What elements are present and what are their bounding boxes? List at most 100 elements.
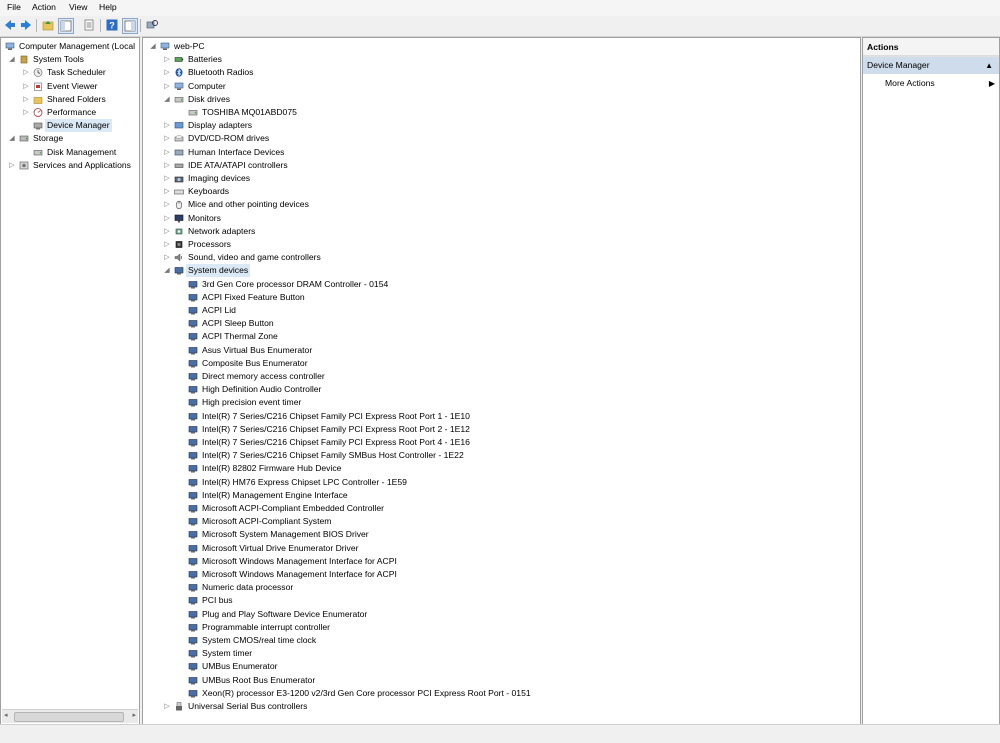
expand-arrow-icon[interactable]: ▷ xyxy=(163,159,171,172)
tree-item-high-precision-event-timer[interactable]: High precision event timer xyxy=(143,396,860,409)
tree-item-microsoft-acpi-compliant-system[interactable]: Microsoft ACPI-Compliant System xyxy=(143,515,860,528)
tree-item-numeric-data-processor[interactable]: Numeric data processor xyxy=(143,581,860,594)
expand-arrow-icon[interactable]: ▷ xyxy=(163,198,171,211)
tree-item-system-timer[interactable]: System timer xyxy=(143,647,860,660)
expand-arrow-icon[interactable]: ▷ xyxy=(22,80,30,93)
tree-item-system-cmos-real-time-clock[interactable]: System CMOS/real time clock xyxy=(143,634,860,647)
tree-item-monitors[interactable]: ▷ Monitors xyxy=(143,212,860,225)
scrollbar-thumb[interactable] xyxy=(14,712,124,722)
menu-view[interactable]: View xyxy=(69,2,87,12)
tree-item-mice-and-other-pointing-devices[interactable]: ▷ Mice and other pointing devices xyxy=(143,198,860,211)
expand-arrow-icon[interactable]: ▷ xyxy=(163,66,171,79)
tree-item-microsoft-virtual-drive-enumerator-drive[interactable]: Microsoft Virtual Drive Enumerator Drive… xyxy=(143,542,860,555)
console-tree-icon[interactable] xyxy=(58,18,74,34)
expand-arrow-icon[interactable]: ▷ xyxy=(163,251,171,264)
expand-arrow-icon[interactable]: ▷ xyxy=(8,159,16,172)
tree-item-composite-bus-enumerator[interactable]: Composite Bus Enumerator xyxy=(143,357,860,370)
collapse-up-icon[interactable]: ▲ xyxy=(985,57,993,74)
tree-item-intel-r-7-series-c216-chipset-family-smb[interactable]: Intel(R) 7 Series/C216 Chipset Family SM… xyxy=(143,449,860,462)
tree-item-intel-r-82802-firmware-hub-device[interactable]: Intel(R) 82802 Firmware Hub Device xyxy=(143,462,860,475)
menu-file[interactable]: File xyxy=(7,2,21,12)
tree-item-performance[interactable]: ▷ Performance xyxy=(1,106,139,119)
tree-item-disk-drives[interactable]: ◢ Disk drives xyxy=(143,93,860,106)
tree-item-computer-management-local[interactable]: Computer Management (Local xyxy=(1,40,139,53)
tree-item-microsoft-windows-management-interface-f[interactable]: Microsoft Windows Management Interface f… xyxy=(143,555,860,568)
tree-item-task-scheduler[interactable]: ▷ Task Scheduler xyxy=(1,66,139,79)
tree-item-acpi-lid[interactable]: ACPI Lid xyxy=(143,304,860,317)
tree-item-plug-and-play-software-device-enumerator[interactable]: Plug and Play Software Device Enumerator xyxy=(143,608,860,621)
help-icon[interactable]: ? xyxy=(105,18,119,32)
tree-item-web-pc[interactable]: ◢ web-PC xyxy=(143,40,860,53)
scroll-left-icon[interactable]: ◂ xyxy=(4,711,8,719)
expand-arrow-icon[interactable]: ▷ xyxy=(163,53,171,66)
tree-item-keyboards[interactable]: ▷ Keyboards xyxy=(143,185,860,198)
up-folder-icon[interactable] xyxy=(41,18,55,32)
tree-item-ide-ata-atapi-controllers[interactable]: ▷ IDE ATA/ATAPI controllers xyxy=(143,159,860,172)
tree-item-toshiba-mq01abd075[interactable]: TOSHIBA MQ01ABD075 xyxy=(143,106,860,119)
tree-item-microsoft-windows-management-interface-f[interactable]: Microsoft Windows Management Interface f… xyxy=(143,568,860,581)
menu-action[interactable]: Action xyxy=(32,2,56,12)
tree-item-umbus-enumerator[interactable]: UMBus Enumerator xyxy=(143,660,860,673)
tree-item-direct-memory-access-controller[interactable]: Direct memory access controller xyxy=(143,370,860,383)
tree-item-dvd-cd-rom-drives[interactable]: ▷ DVD/CD-ROM drives xyxy=(143,132,860,145)
tree-item-pci-bus[interactable]: PCI bus xyxy=(143,594,860,607)
tree-item-microsoft-system-management-bios-driver[interactable]: Microsoft System Management BIOS Driver xyxy=(143,528,860,541)
tree-item-intel-r-7-series-c216-chipset-family-pci[interactable]: Intel(R) 7 Series/C216 Chipset Family PC… xyxy=(143,410,860,423)
horizontal-scrollbar[interactable]: ◂ ▸ xyxy=(2,709,138,723)
tree-item-xeon-r-processor-e3-1200-v2-3rd-gen-core[interactable]: Xeon(R) processor E3-1200 v2/3rd Gen Cor… xyxy=(143,687,860,700)
expand-arrow-icon[interactable]: ▷ xyxy=(22,106,30,119)
tree-item-shared-folders[interactable]: ▷ Shared Folders xyxy=(1,93,139,106)
tree-item-disk-management[interactable]: Disk Management xyxy=(1,146,139,159)
tree-item-acpi-sleep-button[interactable]: ACPI Sleep Button xyxy=(143,317,860,330)
tree-item-microsoft-acpi-compliant-embedded-contro[interactable]: Microsoft ACPI-Compliant Embedded Contro… xyxy=(143,502,860,515)
tree-item-storage[interactable]: ◢ Storage xyxy=(1,132,139,145)
expand-arrow-icon[interactable]: ▷ xyxy=(163,80,171,93)
scan-hardware-icon[interactable] xyxy=(145,18,159,32)
expand-arrow-icon[interactable]: ▷ xyxy=(22,66,30,79)
tree-item-services-and-applications[interactable]: ▷ Services and Applications xyxy=(1,159,139,172)
action-pane-icon[interactable] xyxy=(122,18,138,34)
expand-arrow-icon[interactable]: ▷ xyxy=(163,132,171,145)
expand-arrow-icon[interactable]: ▷ xyxy=(163,185,171,198)
tree-item-human-interface-devices[interactable]: ▷ Human Interface Devices xyxy=(143,146,860,159)
collapse-arrow-icon[interactable]: ◢ xyxy=(149,40,157,53)
tree-item-programmable-interrupt-controller[interactable]: Programmable interrupt controller xyxy=(143,621,860,634)
expand-arrow-icon[interactable]: ▷ xyxy=(163,172,171,185)
tree-item-event-viewer[interactable]: ▷ Event Viewer xyxy=(1,80,139,93)
tree-item-intel-r-7-series-c216-chipset-family-pci[interactable]: Intel(R) 7 Series/C216 Chipset Family PC… xyxy=(143,436,860,449)
collapse-arrow-icon[interactable]: ◢ xyxy=(8,132,16,145)
tree-item-network-adapters[interactable]: ▷ Network adapters xyxy=(143,225,860,238)
properties-icon[interactable] xyxy=(82,18,96,32)
tree-item-acpi-fixed-feature-button[interactable]: ACPI Fixed Feature Button xyxy=(143,291,860,304)
tree-item-high-definition-audio-controller[interactable]: High Definition Audio Controller xyxy=(143,383,860,396)
expand-arrow-icon[interactable]: ▷ xyxy=(163,146,171,159)
tree-item-system-tools[interactable]: ◢ System Tools xyxy=(1,53,139,66)
menu-help[interactable]: Help xyxy=(99,2,117,12)
tree-item-intel-r-management-engine-interface[interactable]: Intel(R) Management Engine Interface xyxy=(143,489,860,502)
tree-item-bluetooth-radios[interactable]: ▷ Bluetooth Radios xyxy=(143,66,860,79)
tree-item-processors[interactable]: ▷ Processors xyxy=(143,238,860,251)
tree-item-universal-serial-bus-controllers[interactable]: ▷ Universal Serial Bus controllers xyxy=(143,700,860,713)
tree-item-device-manager[interactable]: Device Manager xyxy=(1,119,139,133)
tree-item-umbus-root-bus-enumerator[interactable]: UMBus Root Bus Enumerator xyxy=(143,674,860,687)
expand-arrow-icon[interactable]: ▷ xyxy=(163,238,171,251)
back-icon[interactable] xyxy=(3,18,17,32)
tree-item-3rd-gen-core-processor-dram-controller-0[interactable]: 3rd Gen Core processor DRAM Controller -… xyxy=(143,278,860,291)
expand-arrow-icon[interactable]: ▷ xyxy=(163,212,171,225)
expand-arrow-icon[interactable]: ▷ xyxy=(163,225,171,238)
actions-section-device-manager[interactable]: Device Manager ▲ xyxy=(863,57,999,74)
expand-arrow-icon[interactable]: ▷ xyxy=(163,119,171,132)
collapse-arrow-icon[interactable]: ◢ xyxy=(163,93,171,106)
tree-item-computer[interactable]: ▷ Computer xyxy=(143,80,860,93)
expand-arrow-icon[interactable]: ▷ xyxy=(163,700,171,713)
tree-item-sound-video-and-game-controllers[interactable]: ▷ Sound, video and game controllers xyxy=(143,251,860,264)
tree-item-batteries[interactable]: ▷ Batteries xyxy=(143,53,860,66)
collapse-arrow-icon[interactable]: ◢ xyxy=(163,264,171,277)
tree-item-asus-virtual-bus-enumerator[interactable]: Asus Virtual Bus Enumerator xyxy=(143,344,860,357)
forward-icon[interactable] xyxy=(19,18,33,32)
tree-item-imaging-devices[interactable]: ▷ Imaging devices xyxy=(143,172,860,185)
tree-item-intel-r-7-series-c216-chipset-family-pci[interactable]: Intel(R) 7 Series/C216 Chipset Family PC… xyxy=(143,423,860,436)
scroll-right-icon[interactable]: ▸ xyxy=(132,711,136,719)
tree-item-display-adapters[interactable]: ▷ Display adapters xyxy=(143,119,860,132)
collapse-arrow-icon[interactable]: ◢ xyxy=(8,53,16,66)
